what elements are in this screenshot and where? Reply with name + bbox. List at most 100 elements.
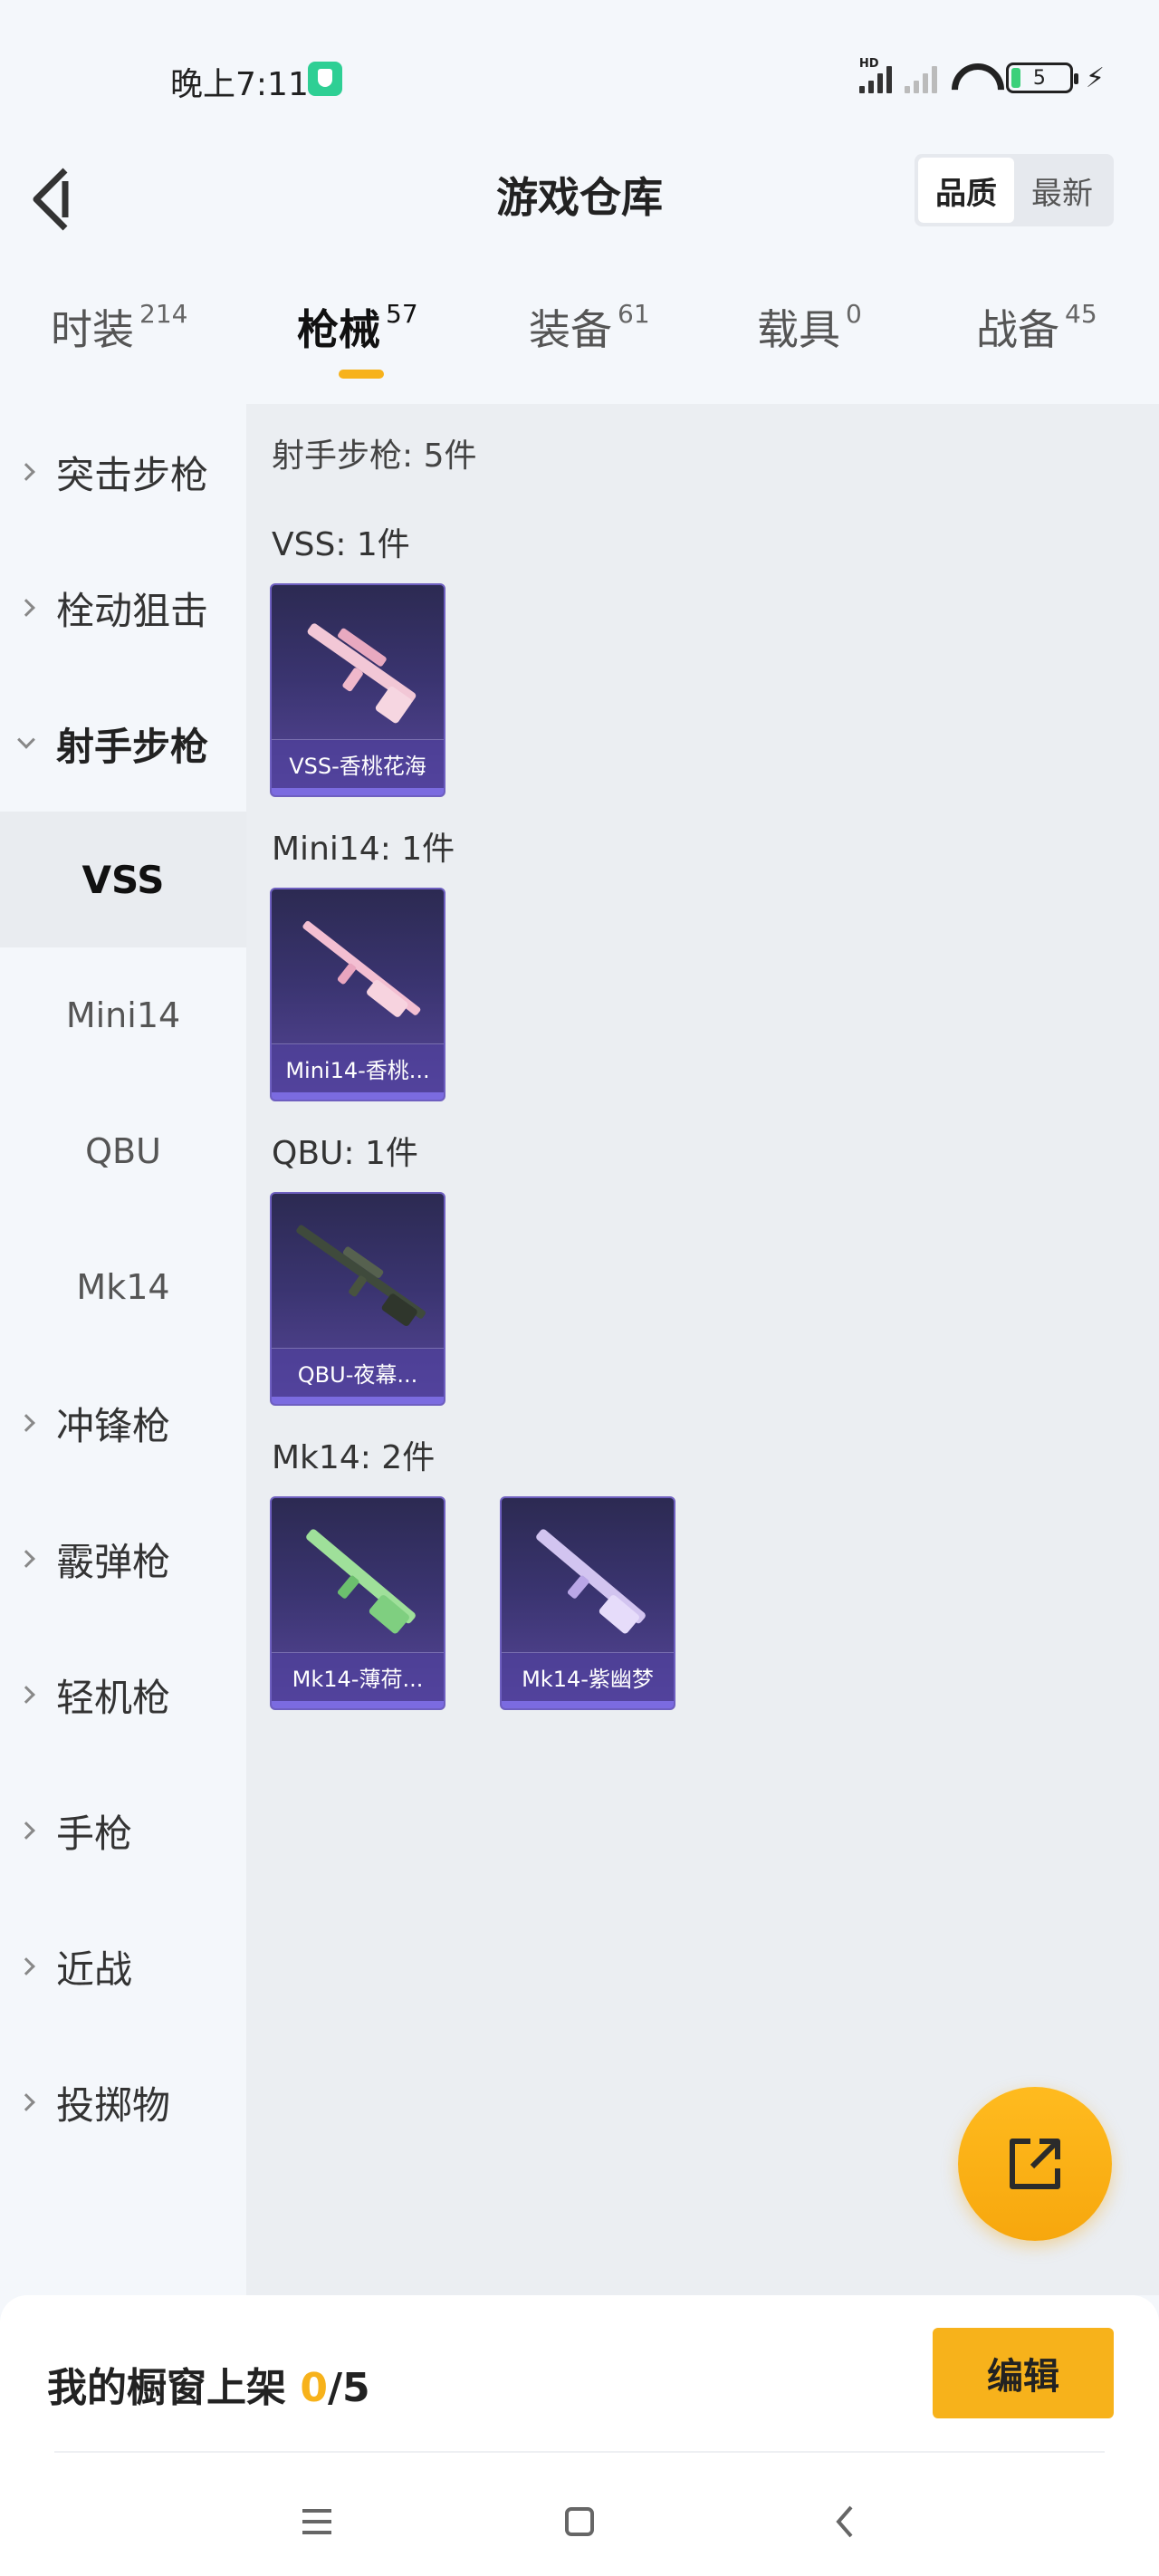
battery-icon: 5 — [1005, 62, 1078, 93]
signal-icon: HD — [858, 57, 892, 93]
rifle-icon — [536, 1529, 646, 1634]
tab-count: 45 — [1065, 299, 1097, 329]
wifi-icon — [950, 62, 993, 94]
system-nav-bar — [0, 2458, 1159, 2576]
rifle-icon — [307, 623, 417, 724]
chevron-right-icon — [17, 1550, 35, 1568]
sidebar-item-label: 栓动狙击 — [56, 588, 209, 633]
status-bar: 晚上7:11 HD 5 ⚡ — [0, 0, 1159, 159]
item-card[interactable]: QBU-夜幕... — [270, 1192, 445, 1406]
showcase-count: 0 — [300, 2365, 328, 2411]
sidebar-item-label: 射手步枪 — [56, 724, 209, 769]
menu-icon[interactable] — [290, 2494, 344, 2549]
item-card[interactable]: Mk14-薄荷... — [270, 1496, 445, 1710]
status-icons: HD 5 ⚡ — [858, 57, 1105, 96]
nav-back-icon[interactable] — [819, 2494, 873, 2549]
sidebar-item-label: 近战 — [56, 1946, 133, 1992]
sidebar-item-throwable[interactable]: 投掷物 — [0, 2034, 246, 2170]
sort-quality-button[interactable]: 品质 — [918, 158, 1014, 223]
sidebar-item-pistol[interactable]: 手枪 — [0, 1763, 246, 1898]
sidebar-item-label: 轻机枪 — [56, 1675, 171, 1720]
group-title: VSS: 1件 — [272, 526, 410, 563]
tab-count: 0 — [846, 299, 862, 329]
tab-label: 战备 — [976, 305, 1059, 354]
tab-equipment[interactable]: 装备 61 — [529, 297, 650, 357]
item-card[interactable]: Mini14-香桃... — [270, 888, 445, 1101]
rarity-bar — [272, 1701, 444, 1708]
sidebar-item-label: 投掷物 — [56, 2082, 171, 2128]
sidebar-item-label: 突击步枪 — [56, 452, 209, 497]
sort-newest-button[interactable]: 最新 — [1014, 158, 1110, 223]
item-grid: 射手步枪: 5件 VSS: 1件 VSS-香桃花海 Mini14: 1件 Min… — [246, 404, 1159, 2295]
tab-label: 装备 — [529, 305, 612, 354]
group-title: QBU: 1件 — [272, 1135, 418, 1172]
sidebar-sub-mini14[interactable]: Mini14 — [0, 947, 246, 1083]
showcase-bar: 我的橱窗上架 0/5 编辑 — [0, 2295, 1159, 2458]
tab-label: 载具 — [757, 305, 840, 354]
tab-count: 61 — [618, 299, 650, 329]
rarity-bar — [272, 1092, 444, 1100]
hd-badge: HD — [858, 57, 879, 71]
tab-count: 214 — [139, 299, 188, 329]
item-name: Mk14-薄荷... — [272, 1652, 444, 1701]
sidebar-item-smg[interactable]: 冲锋枪 — [0, 1355, 246, 1491]
rarity-bar — [272, 1397, 444, 1404]
item-card[interactable]: VSS-香桃花海 — [270, 583, 445, 797]
edit-button[interactable]: 编辑 — [933, 2328, 1114, 2418]
chevron-right-icon — [17, 1957, 35, 1975]
sidebar-item-lmg[interactable]: 轻机枪 — [0, 1627, 246, 1763]
tab-fashion[interactable]: 时装 214 — [51, 297, 187, 357]
item-name: QBU-夜幕... — [272, 1348, 444, 1397]
home-icon[interactable] — [552, 2494, 607, 2549]
rifle-icon — [296, 1225, 426, 1326]
sort-toggle: 品质 最新 — [915, 154, 1114, 226]
chevron-right-icon — [17, 1686, 35, 1704]
group-title: Mk14: 2件 — [272, 1439, 436, 1476]
sidebar-item-bolt-sniper[interactable]: 栓动狙击 — [0, 540, 246, 676]
active-tab-indicator — [339, 370, 384, 379]
status-time: 晚上7:11 — [170, 66, 309, 103]
chevron-down-icon — [17, 730, 35, 749]
rifle-icon — [306, 1529, 416, 1634]
category-tabs: 时装 214 枪械 57 装备 61 载具 0 战备 45 — [0, 290, 1159, 389]
showcase-label: 我的橱窗上架 0/5 — [47, 2355, 370, 2413]
item-card[interactable]: Mk14-紫幽梦 — [500, 1496, 675, 1710]
share-icon — [1010, 2139, 1060, 2189]
sidebar-item-dmr[interactable]: 射手步枪 — [0, 676, 246, 812]
chevron-right-icon — [17, 1821, 35, 1840]
sidebar-item-melee[interactable]: 近战 — [0, 1898, 246, 2034]
tab-count: 57 — [386, 299, 418, 329]
tab-guns[interactable]: 枪械 57 — [297, 297, 418, 357]
chevron-right-icon — [17, 599, 35, 617]
sidebar-sub-qbu[interactable]: QBU — [0, 1083, 246, 1219]
signal-weak-icon — [904, 62, 937, 93]
section-title: 射手步枪: 5件 — [272, 437, 477, 475]
showcase-text: 我的橱窗上架 — [47, 2365, 301, 2411]
sidebar-item-label: 霰弹枪 — [56, 1539, 171, 1584]
tab-label: 枪械 — [297, 305, 380, 354]
rarity-bar — [502, 1701, 674, 1708]
sidebar: 突击步枪 栓动狙击 射手步枪 VSS Mini14 QBU Mk14 冲锋枪 霰… — [0, 404, 246, 2295]
share-button[interactable] — [958, 2087, 1112, 2241]
tab-vehicles[interactable]: 载具 0 — [757, 297, 862, 357]
item-name: VSS-香桃花海 — [272, 739, 444, 788]
sidebar-sub-mk14[interactable]: Mk14 — [0, 1219, 246, 1355]
sidebar-sub-vss[interactable]: VSS — [0, 812, 246, 947]
divider — [54, 2451, 1105, 2453]
rarity-bar — [272, 788, 444, 795]
sidebar-item-label: 冲锋枪 — [56, 1403, 171, 1448]
rifle-icon — [302, 920, 421, 1017]
tab-supplies[interactable]: 战备 45 — [976, 297, 1097, 357]
charging-icon: ⚡ — [1085, 62, 1105, 94]
item-name: Mk14-紫幽梦 — [502, 1652, 674, 1701]
chevron-right-icon — [17, 2093, 35, 2111]
battery-level: 5 — [1032, 66, 1046, 90]
tab-label: 时装 — [51, 305, 134, 354]
shield-icon — [308, 62, 342, 96]
item-name: Mini14-香桃... — [272, 1043, 444, 1092]
sidebar-item-assault-rifle[interactable]: 突击步枪 — [0, 404, 246, 540]
chevron-right-icon — [17, 463, 35, 481]
sidebar-item-shotgun[interactable]: 霰弹枪 — [0, 1491, 246, 1627]
chevron-right-icon — [17, 1414, 35, 1432]
sidebar-item-label: 手枪 — [56, 1811, 133, 1856]
